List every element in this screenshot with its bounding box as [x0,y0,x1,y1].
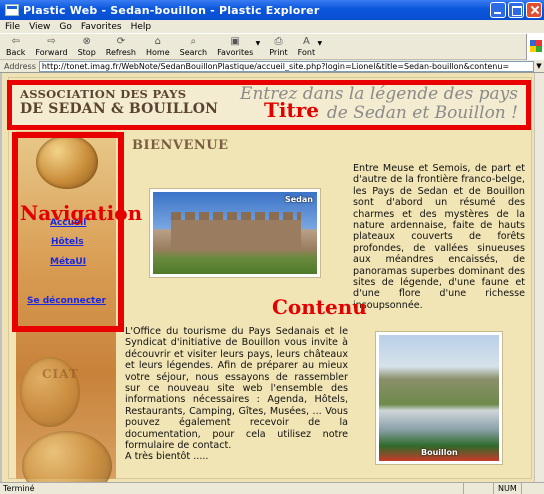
home-button[interactable]: ⌂ Home [146,34,170,60]
forward-arrow-icon: ⇨ [47,36,56,47]
menu-help[interactable]: Help [131,22,152,32]
annotation-navigation-box [12,132,124,332]
status-cell [463,482,493,494]
forward-button[interactable]: ⇨ Forward [35,34,67,60]
annotation-title-label: Titre [264,98,319,122]
print-button[interactable]: ⎙ Print [269,34,287,60]
stop-label: Stop [77,48,96,57]
chevron-down-icon[interactable]: ▼ [317,40,322,47]
favorites-icon: ▣ [230,36,240,47]
address-label: Address [4,61,36,71]
windows-logo-icon [526,34,544,60]
status-text: Terminé [3,484,35,493]
bouillon-photo: Bouillon [376,332,502,464]
sedan-photo-caption: Sedan [284,195,313,204]
print-icon: ⎙ [274,36,283,47]
print-label: Print [269,48,288,57]
chevron-down-icon[interactable]: ▼ [256,40,261,47]
search-icon: ⌕ [190,36,197,47]
window-title: Plastic Web - Sedan-bouillon - Plastic E… [23,3,320,17]
annotation-content-label: Contenu [272,295,367,319]
sedan-castle-photo: Sedan [150,189,320,277]
castle-shape [171,212,301,250]
stop-button[interactable]: ⊗ Stop [78,34,96,60]
menu-file[interactable]: File [5,22,20,32]
font-icon: A [302,36,310,47]
address-bar: Address http://tonet.imag.fr/WebNote/Sed… [0,60,544,73]
refresh-button[interactable]: ⟳ Refresh [106,34,136,60]
favorites-label: Favorites [217,48,254,57]
font-button[interactable]: A Font ▼ [297,34,322,60]
maximize-button[interactable] [508,2,524,18]
back-label: Back [6,48,26,57]
forward-label: Forward [35,48,68,57]
refresh-icon: ⟳ [116,36,126,47]
minimize-button[interactable] [490,2,506,18]
intro-paragraph: Entre Meuse et Semois, de part et d'autr… [353,163,525,311]
vertical-scrollbar[interactable] [534,73,544,482]
bouillon-photo-caption: Bouillon [421,448,458,457]
num-lock-indicator: NUM [493,482,521,494]
stop-icon: ⊗ [82,36,91,47]
annotation-navigation-label: Navigation [20,201,143,225]
menu-view[interactable]: View [29,22,50,32]
chevron-down-icon[interactable]: ▼ [534,61,544,72]
home-label: Home [146,48,170,57]
toolbar: ⇦ Back ⇨ Forward ⊗ Stop ⟳ Refresh ⌂ Home… [0,34,544,60]
page-heading: BIENVENUE [132,138,229,153]
favorites-button[interactable]: ▣ Favorites ▼ [217,34,260,60]
body-text: L'Office du tourisme du Pays Sedanais et… [125,326,348,452]
home-icon: ⌂ [154,36,161,47]
window-controls [490,2,542,18]
font-label: Font [297,48,316,57]
closing-text: A très bientôt ..... [125,451,209,463]
menu-go[interactable]: Go [59,22,71,32]
menu-bar: File View Go Favorites Help [0,20,544,34]
status-cell [520,482,544,494]
search-button[interactable]: ⌕ Search [180,34,207,60]
search-label: Search [179,48,208,57]
body-paragraph: L'Office du tourisme du Pays Sedanais et… [125,326,348,463]
back-button[interactable]: ⇦ Back [6,34,25,60]
back-arrow-icon: ⇦ [11,36,20,47]
address-input[interactable]: http://tonet.imag.fr/WebNote/SedanBouill… [38,60,534,72]
browser-app-icon [5,4,19,16]
refresh-label: Refresh [105,48,136,57]
title-bar: Plastic Web - Sedan-bouillon - Plastic E… [0,0,544,20]
close-button[interactable] [526,2,542,18]
coin-inscription: CIAT [42,367,79,381]
status-bar: Terminé NUM [0,482,544,494]
menu-favorites[interactable]: Favorites [81,22,122,32]
